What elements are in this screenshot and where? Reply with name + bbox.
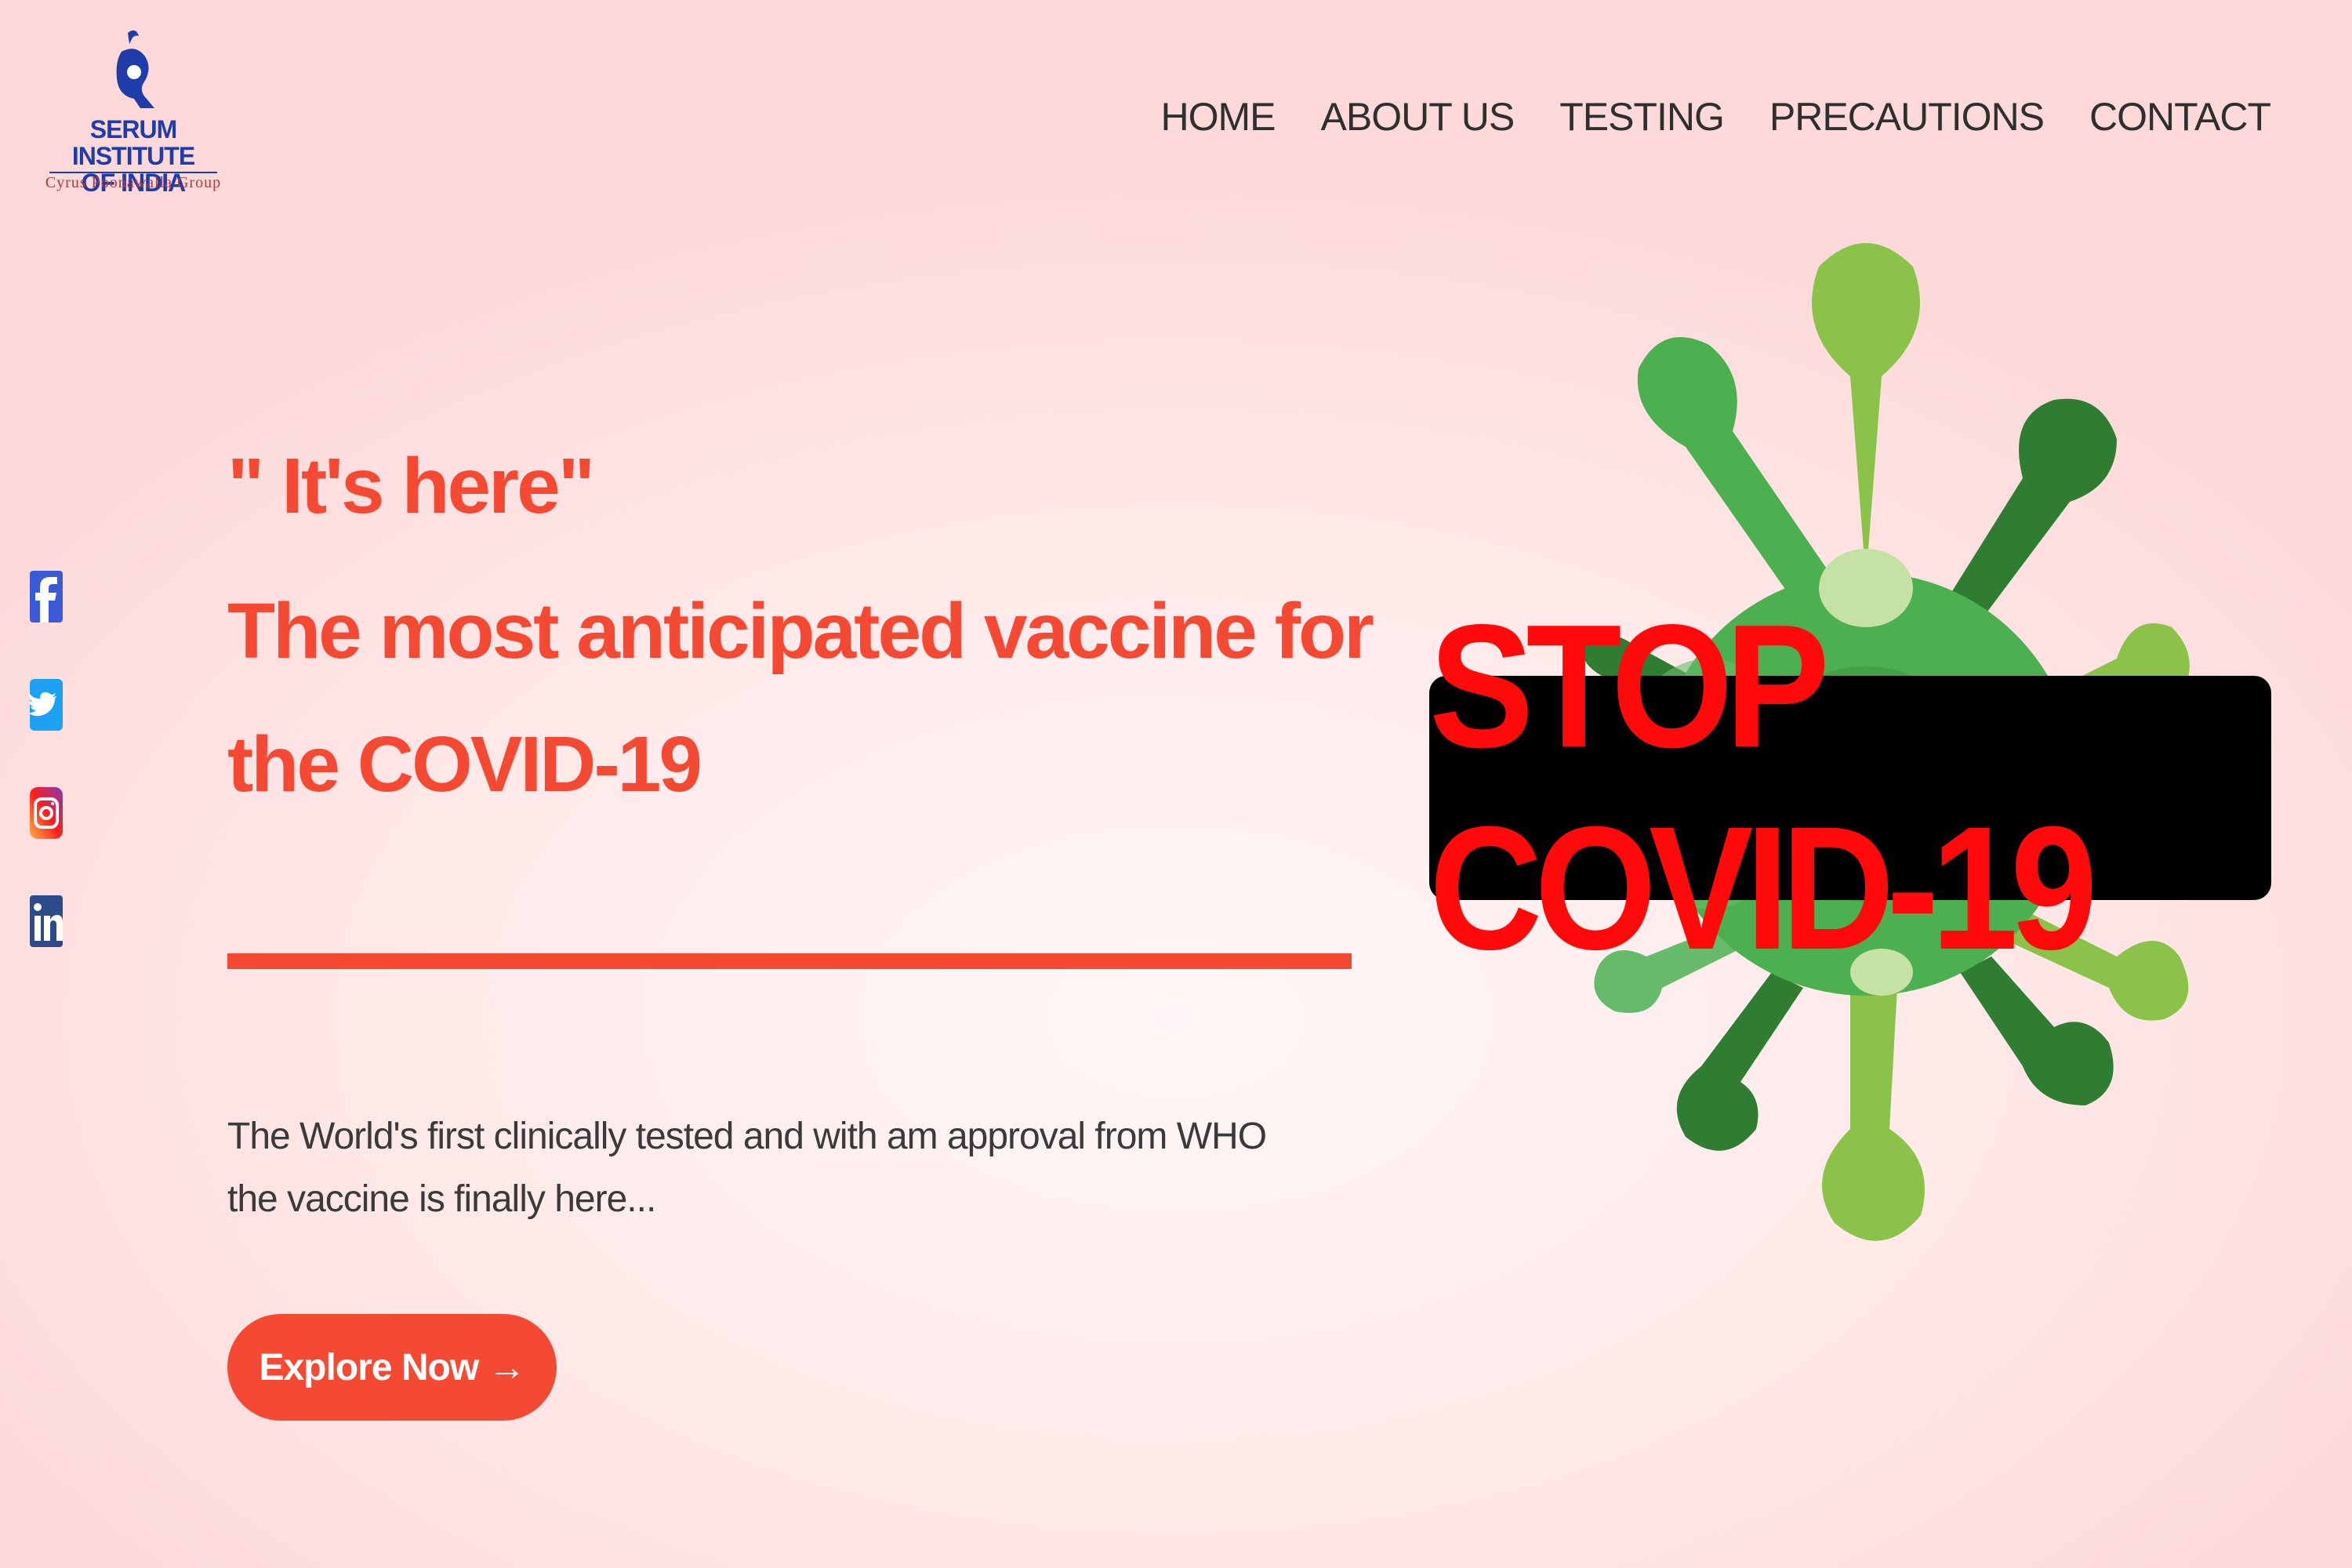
- main-nav: HOME ABOUT US TESTING PRECAUTIONS CONTAC…: [1161, 94, 2271, 140]
- hero-divider: [227, 953, 1352, 969]
- nav-home[interactable]: HOME: [1161, 94, 1276, 140]
- explore-now-button[interactable]: Explore Now →: [227, 1314, 557, 1421]
- nav-about-us[interactable]: ABOUT US: [1321, 94, 1515, 140]
- twitter-icon[interactable]: [28, 679, 64, 731]
- instagram-icon[interactable]: [28, 787, 64, 839]
- hero-headline: The most anticipated vaccine for the COV…: [227, 587, 1374, 808]
- nav-precautions[interactable]: PRECAUTIONS: [1769, 94, 2045, 140]
- hero-description-line1: The World's first clinically tested and …: [227, 1116, 1267, 1157]
- stop-covid-text: STOP COVID-19: [1429, 588, 2097, 987]
- brand-name-line1: SERUM INSTITUTE: [71, 115, 195, 170]
- nav-contact[interactable]: CONTACT: [2089, 94, 2271, 140]
- nav-testing[interactable]: TESTING: [1559, 94, 1725, 140]
- brand-group: Cyrus Poonawalla Group: [45, 174, 222, 191]
- social-links: [28, 571, 66, 1004]
- logo-mark-icon: [116, 30, 154, 108]
- logo-divider: [49, 172, 217, 173]
- linkedin-icon[interactable]: [28, 895, 64, 947]
- brand-logo[interactable]: SERUM INSTITUTE OF INDIA Cyrus Poonawall…: [43, 28, 223, 196]
- hero-section: " It's here" The most anticipated vaccin…: [227, 439, 1374, 831]
- facebook-icon[interactable]: [28, 571, 64, 622]
- hero-description-line2: the vaccine is finally here...: [227, 1178, 656, 1220]
- stop-covid-banner: STOP COVID-19: [1429, 589, 2271, 986]
- hero-tagline: " It's here": [227, 442, 595, 530]
- hero-description: The World's first clinically tested and …: [227, 1105, 1325, 1231]
